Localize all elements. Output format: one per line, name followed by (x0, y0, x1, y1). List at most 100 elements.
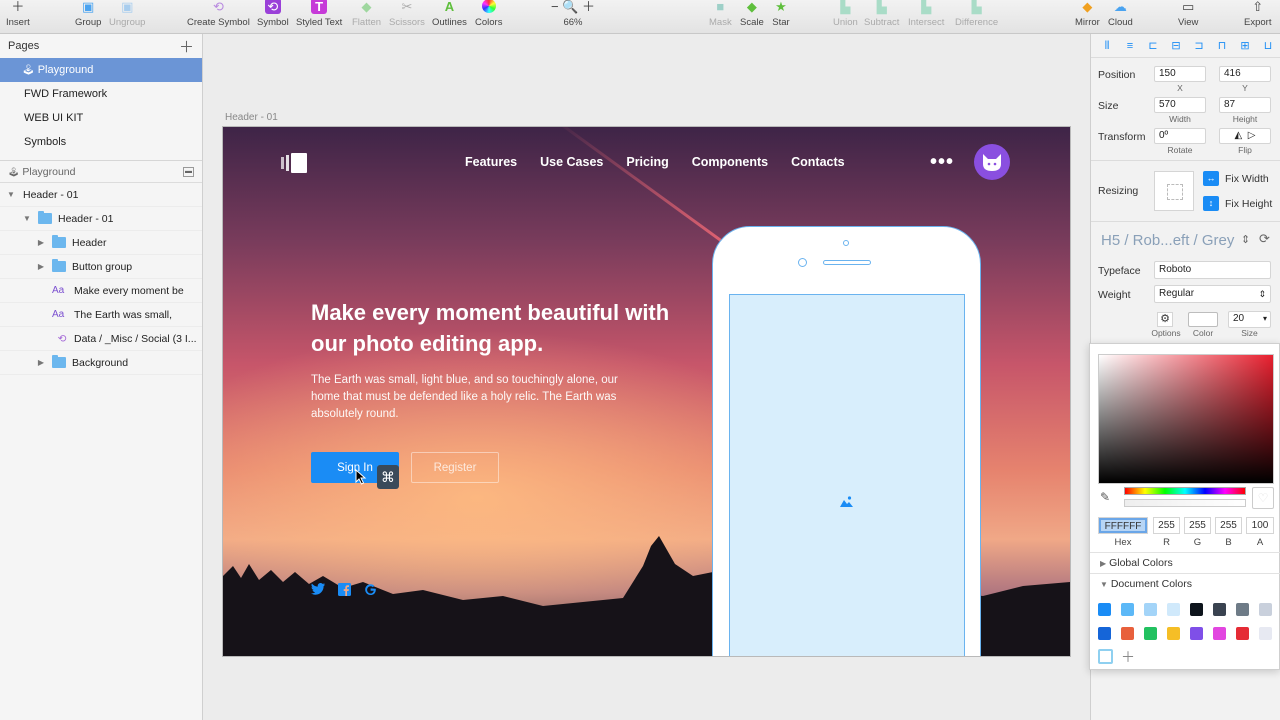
register-button[interactable]: Register (411, 452, 499, 483)
nav-item-use-cases[interactable]: Use Cases (540, 155, 603, 169)
document-colors-toggle[interactable]: ▼ Document Colors (1100, 578, 1192, 590)
twitter-icon[interactable] (311, 582, 325, 596)
avatar[interactable] (974, 144, 1010, 180)
nav-item-contacts[interactable]: Contacts (791, 155, 844, 169)
position-x-field[interactable]: 150 (1154, 66, 1206, 82)
layer-group-header-01[interactable]: ▼ Header - 01 (0, 207, 202, 231)
add-swatch-icon[interactable]: ＋ (1121, 647, 1135, 667)
color-swatch[interactable] (1144, 627, 1157, 640)
text-style-name[interactable]: H5 / Rob...eft / Grey (1101, 232, 1234, 249)
green-field[interactable]: 255 (1184, 517, 1211, 534)
typeface-field[interactable]: Roboto (1154, 261, 1271, 279)
color-swatch[interactable] (1098, 603, 1111, 616)
mirror-button[interactable]: ◆ Mirror (1075, 0, 1100, 34)
color-swatch[interactable] (1190, 603, 1203, 616)
color-swatch[interactable] (1098, 627, 1111, 640)
symbol-button[interactable]: ⟲ Symbol (257, 0, 289, 34)
fix-height-label[interactable]: Fix Height (1225, 198, 1272, 210)
flatten-button[interactable]: ◆ Flatten (352, 0, 381, 34)
resizing-widget[interactable] (1154, 171, 1194, 211)
width-field[interactable]: 570 (1154, 97, 1206, 113)
canvas[interactable]: Header - 01 Features Use Cases Pricing C… (204, 34, 1090, 720)
cloud-button[interactable]: ☁ Cloud (1108, 0, 1133, 34)
export-button[interactable]: ⇧ Export (1244, 0, 1271, 34)
fix-width-label[interactable]: Fix Width (1225, 173, 1269, 185)
flip-buttons[interactable]: ◭ ▷ (1219, 128, 1271, 144)
group-button[interactable]: ▣ Group (75, 0, 101, 34)
collapse-icon[interactable]: ▬ (183, 166, 194, 177)
color-swatch[interactable] (1213, 603, 1226, 616)
color-swatch[interactable] (1167, 627, 1180, 640)
artboard[interactable]: Features Use Cases Pricing Components Co… (222, 126, 1071, 657)
phone-screen[interactable] (729, 294, 965, 656)
google-icon[interactable] (363, 582, 377, 596)
colors-button[interactable]: Colors (475, 0, 502, 34)
align-bottom-icon[interactable]: ⊔ (1260, 40, 1276, 52)
color-swatch[interactable] (1144, 603, 1157, 616)
scissors-button[interactable]: ✂ Scissors (389, 0, 425, 34)
chevron-down-icon[interactable]: ▼ (22, 214, 32, 223)
page-item-web-ui-kit[interactable]: WEB UI KIT (0, 106, 202, 130)
page-item-symbols[interactable]: Symbols (0, 130, 202, 154)
flip-horizontal-icon[interactable]: ◭ (1235, 130, 1243, 141)
hue-slider[interactable] (1124, 487, 1246, 495)
phone-mockup[interactable] (712, 226, 981, 656)
color-swatch[interactable] (1236, 627, 1249, 640)
eyedropper-icon[interactable]: ✎ (1100, 490, 1110, 504)
ungroup-button[interactable]: ▣ Ungroup (109, 0, 145, 34)
color-swatch[interactable] (1121, 603, 1134, 616)
more-icon[interactable]: ••• (930, 151, 954, 174)
chevron-updown-icon[interactable]: ⇕ (1241, 233, 1250, 246)
alpha-field[interactable]: 100 (1246, 517, 1274, 534)
align-right-icon[interactable]: ⊐ (1191, 40, 1207, 52)
view-button[interactable]: ▭ View (1178, 0, 1198, 34)
layer-text-title[interactable]: Aa Make every moment be (0, 279, 202, 303)
styled-text-button[interactable]: T Styled Text (296, 0, 342, 34)
mask-button[interactable]: ■ Mask (709, 0, 732, 34)
text-color-well[interactable] (1188, 312, 1218, 327)
distribute-vertical-icon[interactable]: ≡ (1122, 40, 1138, 52)
color-swatch[interactable] (1167, 603, 1180, 616)
page-item-fwd-framework[interactable]: FWD Framework (0, 82, 202, 106)
layer-group-background[interactable]: ▶ Background (0, 351, 202, 375)
chevron-right-icon[interactable]: ▶ (36, 262, 46, 271)
create-symbol-button[interactable]: ⟲ Create Symbol (187, 0, 250, 34)
align-middle-icon[interactable]: ⊞ (1237, 40, 1253, 52)
layer-group-header[interactable]: ▶ Header (0, 231, 202, 255)
layer-text-subtitle[interactable]: Aa The Earth was small, (0, 303, 202, 327)
layer-artboard-header-01[interactable]: ▼ Header - 01 (0, 183, 202, 207)
hex-field[interactable]: FFFFFF (1098, 517, 1148, 534)
selected-swatch[interactable] (1098, 649, 1113, 664)
saturation-value-area[interactable] (1098, 354, 1274, 484)
flip-vertical-icon[interactable]: ▷ (1248, 130, 1256, 141)
fix-width-icon[interactable]: ↔ (1203, 171, 1219, 186)
layer-symbol-social[interactable]: ⟲ Data / _Misc / Social (3 I... (0, 327, 202, 351)
layer-group-button-group[interactable]: ▶ Button group (0, 255, 202, 279)
color-swatch[interactable] (1121, 627, 1134, 640)
color-swatch[interactable] (1190, 627, 1203, 640)
blue-field[interactable]: 255 (1215, 517, 1242, 534)
difference-button[interactable]: ▙ Difference (955, 0, 998, 34)
zoom-control[interactable]: − 🔍 ＋ 66% (548, 0, 598, 34)
subtract-button[interactable]: ▙ Subtract (864, 0, 899, 34)
distribute-horizontal-icon[interactable]: ⫴ (1099, 40, 1115, 52)
facebook-icon[interactable] (337, 582, 351, 596)
page-item-playground[interactable]: 🕹 Playground (0, 58, 202, 82)
add-page-icon[interactable]: ＋ (179, 36, 194, 57)
color-swatch[interactable] (1259, 603, 1272, 616)
outlines-button[interactable]: A Outlines (432, 0, 467, 34)
align-left-icon[interactable]: ⊏ (1145, 40, 1161, 52)
intersect-button[interactable]: ▙ Intersect (908, 0, 944, 34)
sync-icon[interactable]: ⟳ (1259, 231, 1270, 247)
height-field[interactable]: 87 (1219, 97, 1271, 113)
red-field[interactable]: 255 (1153, 517, 1180, 534)
global-colors-toggle[interactable]: ▶ Global Colors (1100, 557, 1173, 569)
position-y-field[interactable]: 416 (1219, 66, 1271, 82)
brand-logo[interactable] (281, 153, 307, 173)
chevron-down-icon[interactable]: ▼ (6, 190, 16, 199)
insert-button[interactable]: ＋ Insert (6, 0, 30, 34)
chevron-right-icon[interactable]: ▶ (36, 358, 46, 367)
color-swatch[interactable] (1259, 627, 1272, 640)
align-top-icon[interactable]: ⊓ (1214, 40, 1230, 52)
nav-item-features[interactable]: Features (465, 155, 517, 169)
